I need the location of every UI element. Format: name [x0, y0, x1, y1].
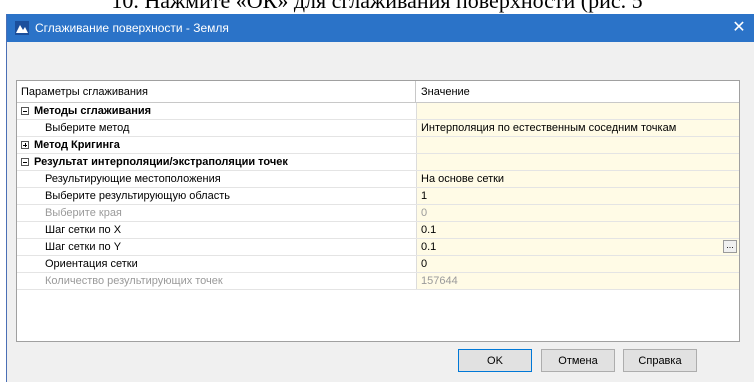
result-locations-value[interactable]: На основе сетки	[416, 171, 739, 187]
row-result-point-count: Количество результирующих точек 157644	[17, 273, 739, 290]
close-button[interactable]: ✕	[724, 14, 754, 42]
close-icon: ✕	[732, 19, 746, 36]
group-kriging-method[interactable]: Метод Кригинга	[17, 137, 739, 154]
row-grid-step-y[interactable]: Шаг сетки по Y 0.1...	[17, 239, 739, 256]
grid-rows: Методы сглаживания Выберите метод Интерп…	[17, 103, 739, 290]
row-label: Метод Кригинга	[34, 139, 120, 151]
row-label: Шаг сетки по X	[45, 224, 122, 236]
grid-orientation-value[interactable]: 0	[416, 256, 739, 272]
row-label: Выберите метод	[45, 122, 130, 134]
row-result-area[interactable]: Выберите результирующую область 1	[17, 188, 739, 205]
result-area-value[interactable]: 1	[416, 188, 739, 204]
row-select-edges: Выберите края 0	[17, 205, 739, 222]
row-grid-orientation[interactable]: Ориентация сетки 0	[17, 256, 739, 273]
title-bar[interactable]: Сглаживание поверхности - Земля ✕	[7, 14, 754, 42]
property-grid: Параметры сглаживания Значение Методы сг…	[16, 80, 740, 342]
select-edges-value: 0	[416, 205, 739, 221]
column-separator[interactable]	[415, 81, 416, 102]
grid-header: Параметры сглаживания Значение	[17, 81, 739, 103]
collapse-icon[interactable]	[21, 107, 29, 115]
row-label: Выберите края	[45, 207, 122, 219]
select-method-value[interactable]: Интерполяция по естественным соседним то…	[416, 120, 739, 136]
grid-step-y-text: 0.1	[421, 241, 437, 253]
row-label: Результирующие местоположения	[45, 173, 221, 185]
document-text-fragment: 10. Нажмите «ОК» для сглаживания поверхн…	[111, 0, 643, 13]
row-select-method[interactable]: Выберите метод Интерполяция по естествен…	[17, 120, 739, 137]
row-value	[416, 137, 739, 153]
row-result-locations[interactable]: Результирующие местоположения На основе …	[17, 171, 739, 188]
row-label: Шаг сетки по Y	[45, 241, 122, 253]
ellipsis-button[interactable]: ...	[723, 240, 737, 253]
row-label: Выберите результирующую область	[45, 190, 230, 202]
row-label: Методы сглаживания	[34, 105, 152, 117]
window-title: Сглаживание поверхности - Земля	[35, 21, 229, 35]
collapse-icon[interactable]	[21, 158, 29, 166]
cancel-button[interactable]: Отмена	[541, 349, 615, 372]
row-label: Количество результирующих точек	[45, 275, 223, 287]
row-value	[416, 154, 739, 170]
help-button[interactable]: Справка	[623, 349, 697, 372]
result-point-count-value: 157644	[416, 273, 739, 289]
row-label: Результат интерполяции/экстраполяции точ…	[34, 156, 288, 168]
smooth-surface-dialog: Сглаживание поверхности - Земля ✕ Параме…	[6, 14, 754, 382]
column-header-value[interactable]: Значение	[421, 86, 470, 98]
group-smoothing-methods[interactable]: Методы сглаживания	[17, 103, 739, 120]
expand-icon[interactable]	[21, 141, 29, 149]
row-grid-step-x[interactable]: Шаг сетки по X 0.1	[17, 222, 739, 239]
column-header-parameters[interactable]: Параметры сглаживания	[21, 86, 148, 98]
app-icon	[15, 21, 29, 35]
group-interpolation-result[interactable]: Результат интерполяции/экстраполяции точ…	[17, 154, 739, 171]
grid-step-x-value[interactable]: 0.1	[416, 222, 739, 238]
ok-button[interactable]: OK	[458, 349, 532, 372]
grid-step-y-value[interactable]: 0.1...	[416, 239, 739, 255]
row-value	[416, 103, 739, 119]
row-label: Ориентация сетки	[45, 258, 138, 270]
